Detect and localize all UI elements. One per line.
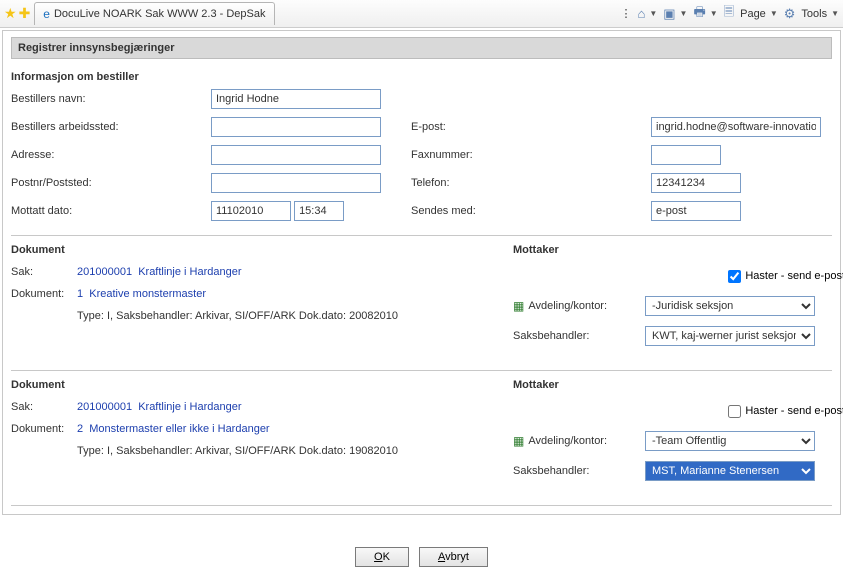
page-icon[interactable]: 🗏 [724,3,734,25]
input-epost[interactable] [651,117,821,137]
feed-icon[interactable]: ▣ [663,6,675,22]
ok-button[interactable]: OK [355,547,409,567]
label-avdeling: Avdeling/kontor: [528,300,607,312]
label-saksbehandler: Saksbehandler: [513,465,589,477]
sak-link[interactable]: 201000001 Kraftlinje i Hardanger [77,266,242,278]
calendar-icon[interactable]: ▦ [513,434,524,448]
col-mottaker: Mottaker [513,244,643,256]
dokument-link[interactable]: 2 Monstermaster eller ikke i Hardanger [77,423,270,435]
label-type: Type: [77,310,104,322]
label-fax: Faxnummer: [411,149,651,161]
favorite-icon[interactable]: ★ [4,5,17,22]
label-epost: E-post: [411,121,651,133]
input-postnr[interactable] [211,173,381,193]
divider [11,505,832,506]
type-text: I, Saksbehandler: Arkivar, SI/OFF/ARK Do… [107,445,398,457]
input-telefon[interactable] [651,173,741,193]
home-icon[interactable]: ⌂ [637,6,645,21]
select-avdeling[interactable]: -Juridisk seksjon [645,296,815,316]
page-header: Registrer innsynsbegjæringer [11,37,832,59]
input-sendes[interactable] [651,201,741,221]
add-favorite-icon[interactable]: ✚ [19,5,31,22]
chevron-down-icon[interactable]: ▼ [770,9,778,18]
tools-menu-label[interactable]: Tools [801,8,827,20]
ie-icon: e [43,7,50,21]
input-fax[interactable] [651,145,721,165]
chevron-down-icon[interactable]: ▼ [710,9,718,18]
sak-link[interactable]: 201000001 Kraftlinje i Hardanger [77,401,242,413]
label-postnr: Postnr/Poststed: [11,177,211,189]
label-sendes: Sendes med: [411,205,651,217]
print-icon[interactable]: 🖶 [693,3,705,25]
page-menu-label[interactable]: Page [740,8,766,20]
tab-title: DocuLive NOARK Sak WWW 2.3 - DepSak [54,8,266,20]
select-saksbehandler[interactable]: KWT, kaj-werner jurist seksjon [645,326,815,346]
select-avdeling[interactable]: -Team Offentlig [645,431,815,451]
col-dokument: Dokument [11,244,511,256]
separator: ⋮ [620,7,631,20]
dokument-link[interactable]: 1 Kreative monstermaster [77,288,206,300]
tools-icon[interactable]: ⚙ [784,6,796,22]
divider [11,370,832,371]
input-arbeidssted[interactable] [211,117,381,137]
label-dokument: Dokument: [11,423,71,435]
chevron-down-icon[interactable]: ▼ [680,9,688,18]
label-arbeidssted: Bestillers arbeidssted: [11,121,211,133]
select-saksbehandler[interactable]: MST, Marianne Stenersen [645,461,815,481]
type-text: I, Saksbehandler: Arkivar, SI/OFF/ARK Do… [107,310,398,322]
input-adresse[interactable] [211,145,381,165]
col-mottaker: Mottaker [513,379,643,391]
input-navn[interactable] [211,89,381,109]
cancel-button[interactable]: Avbryt [419,547,488,567]
label-sak: Sak: [11,401,71,413]
label-type: Type: [77,445,104,457]
browser-tab[interactable]: e DocuLive NOARK Sak WWW 2.3 - DepSak [34,2,274,25]
col-dokument: Dokument [11,379,511,391]
chevron-down-icon[interactable]: ▼ [649,9,657,18]
label-navn: Bestillers navn: [11,93,211,105]
divider [11,235,832,236]
browser-toolbar: ★ ✚ e DocuLive NOARK Sak WWW 2.3 - DepSa… [0,0,843,28]
info-section-title: Informasjon om bestiller [11,71,832,83]
checkbox-haster[interactable] [728,270,741,283]
label-avdeling: Avdeling/kontor: [528,435,607,447]
label-dokument: Dokument: [11,288,71,300]
label-telefon: Telefon: [411,177,651,189]
label-sak: Sak: [11,266,71,278]
checkbox-haster[interactable] [728,405,741,418]
label-adresse: Adresse: [11,149,211,161]
chevron-down-icon[interactable]: ▼ [831,9,839,18]
page-title: Registrer innsynsbegjæringer [18,42,175,54]
label-saksbehandler: Saksbehandler: [513,330,589,342]
input-mottatt-dato[interactable] [211,201,291,221]
label-haster: Haster - send e-post [745,405,843,417]
calendar-icon[interactable]: ▦ [513,299,524,313]
input-mottatt-tid[interactable] [294,201,344,221]
label-haster: Haster - send e-post [745,270,843,282]
label-mottatt: Mottatt dato: [11,205,211,217]
